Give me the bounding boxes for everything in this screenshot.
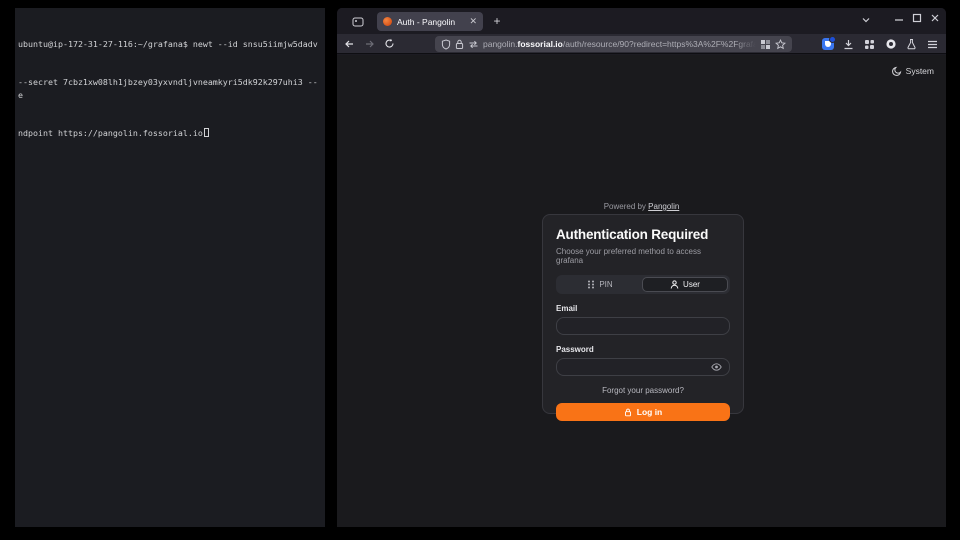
email-field[interactable] (564, 321, 722, 331)
card-title: Authentication Required (556, 227, 730, 242)
browser-toolbar: pangolin.fossorial.io/auth/resource/90?r… (337, 34, 946, 54)
minimize-icon[interactable] (894, 13, 904, 23)
flask-extension-button[interactable] (904, 37, 919, 52)
maximize-icon[interactable] (912, 13, 922, 23)
download-icon (843, 39, 854, 50)
tab-user[interactable]: User (642, 277, 728, 292)
password-manager-extension-button[interactable] (820, 37, 835, 52)
terminal-line: ndpoint https://pangolin.fossorial.io (18, 127, 322, 140)
tab-close-icon[interactable]: ✕ (469, 17, 477, 26)
app-menu-button[interactable] (925, 37, 940, 52)
forward-arrow-icon (364, 39, 375, 49)
theme-label: System (906, 66, 934, 76)
extensions-squares-icon (864, 39, 875, 50)
new-tab-button[interactable]: + (489, 14, 505, 30)
tab-pin-label: PIN (599, 280, 612, 289)
containers-grid-icon[interactable] (760, 39, 771, 50)
downloads-button[interactable] (841, 37, 856, 52)
switch-arrows-icon (468, 40, 479, 49)
terminal-line: ubuntu@ip-172-31-27-116:~/grafana$ newt … (18, 38, 322, 51)
theme-toggle-button[interactable]: System (892, 66, 934, 76)
bookmark-star-icon[interactable] (775, 39, 786, 50)
circle-extension-button[interactable] (883, 37, 898, 52)
card-subtitle: Choose your preferred method to access g… (556, 247, 730, 265)
terminal-window[interactable]: ubuntu@ip-172-31-27-116:~/grafana$ newt … (15, 8, 325, 527)
forgot-password-link[interactable]: Forgot your password? (556, 386, 730, 395)
show-password-eye-icon[interactable] (711, 363, 722, 371)
close-window-icon[interactable] (930, 13, 940, 23)
firefox-view-icon (352, 16, 364, 28)
tracking-shield-icon (441, 39, 451, 50)
email-label: Email (556, 304, 730, 313)
url-text: pangolin.fossorial.io/auth/resource/90?r… (483, 39, 756, 49)
terminal-line: --secret 7cbz1xw08lh1jbzey03yxvndljvneam… (18, 76, 322, 102)
terminal-cursor (204, 128, 209, 138)
powered-by: Powered by Pangolin (337, 202, 946, 211)
reload-icon (384, 38, 395, 49)
tab-title: Auth - Pangolin (397, 17, 464, 27)
hamburger-menu-icon (927, 40, 938, 49)
chevron-down-icon (861, 16, 871, 24)
password-field[interactable] (564, 362, 711, 372)
firefox-view-button[interactable] (347, 13, 369, 30)
tab-bar: Auth - Pangolin ✕ + (337, 8, 946, 34)
pangolin-favicon-icon (383, 17, 392, 26)
flask-icon (906, 38, 917, 50)
auth-page: System Powered by Pangolin Authenticatio… (337, 55, 946, 527)
browser-window: Auth - Pangolin ✕ + (337, 8, 946, 527)
pangolin-link[interactable]: Pangolin (648, 202, 679, 211)
login-button[interactable]: Log in (556, 403, 730, 421)
tab-pin[interactable]: PIN (558, 277, 642, 292)
login-button-label: Log in (637, 407, 663, 417)
tab-auth-pangolin[interactable]: Auth - Pangolin ✕ (377, 12, 483, 31)
password-field-wrap (556, 358, 730, 376)
tab-user-label: User (683, 280, 700, 289)
back-arrow-icon (344, 39, 355, 49)
email-field-wrap (556, 317, 730, 335)
back-button[interactable] (341, 36, 357, 52)
forward-button[interactable] (361, 36, 377, 52)
keypad-icon (587, 280, 595, 289)
lock-icon (455, 39, 464, 50)
extensions-button[interactable] (862, 37, 877, 52)
auth-card: Authentication Required Choose your pref… (542, 214, 744, 414)
circle-dot-icon (885, 38, 897, 50)
url-bar[interactable]: pangolin.fossorial.io/auth/resource/90?r… (435, 36, 792, 52)
window-controls (894, 13, 940, 23)
extension-icons (820, 36, 940, 52)
tab-list-button[interactable] (861, 16, 871, 24)
auth-method-tabs: PIN User (556, 275, 730, 294)
password-label: Password (556, 345, 730, 354)
login-lock-icon (624, 408, 632, 417)
reload-button[interactable] (381, 36, 397, 52)
user-icon (670, 280, 679, 289)
moon-theme-icon (892, 66, 902, 76)
blue-shield-extension-icon (822, 38, 834, 50)
